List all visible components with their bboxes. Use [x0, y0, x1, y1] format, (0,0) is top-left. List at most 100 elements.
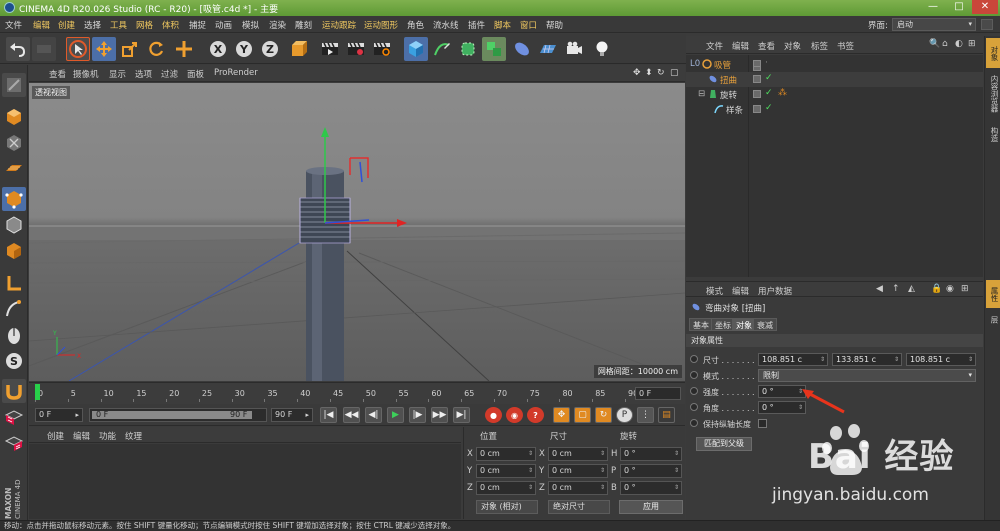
menu-file[interactable]: 文件	[5, 19, 22, 31]
object-menu-file[interactable]: 文件	[706, 40, 723, 52]
history-icon[interactable]: ◭	[908, 284, 915, 294]
material-menu-texture[interactable]: 纹理	[125, 430, 142, 442]
object-row-twist[interactable]: 扭曲 ✓	[686, 72, 983, 87]
object-menu-objects[interactable]: 对象	[784, 40, 801, 52]
camera-icon[interactable]	[562, 37, 586, 61]
array-icon[interactable]	[482, 37, 506, 61]
attribute-menu-mode[interactable]: 模式	[706, 285, 723, 297]
expand-toggle-icon[interactable]: ⊟	[698, 89, 705, 99]
object-menu-tags[interactable]: 标签	[811, 40, 828, 52]
go-to-start-button[interactable]: |◀	[320, 407, 337, 423]
model-mode-icon[interactable]	[2, 73, 26, 97]
animate-radio[interactable]	[690, 371, 698, 379]
maximize-button[interactable]: □	[946, 0, 972, 14]
menu-pipeline[interactable]: 流水线	[433, 19, 459, 31]
viewport-menu-filter[interactable]: 过滤	[161, 68, 178, 80]
menu-mesh[interactable]: 网格	[136, 19, 153, 31]
record-icon[interactable]: ●	[485, 407, 502, 423]
rotation-h-field[interactable]: 0 ° ⇕	[620, 447, 682, 461]
menu-create[interactable]: 创建	[58, 19, 75, 31]
workplane-icon[interactable]	[2, 157, 26, 181]
animate-radio[interactable]	[690, 387, 698, 395]
timeline-playhead[interactable]	[35, 384, 40, 400]
pen-spline-icon[interactable]	[430, 37, 454, 61]
render-picture-queue-icon[interactable]	[344, 37, 368, 61]
key-parameter-icon[interactable]: P	[616, 407, 633, 423]
menu-help[interactable]: 帮助	[546, 19, 563, 31]
size-y-field[interactable]: 133.851 c ⇕	[832, 353, 902, 366]
menu-snap[interactable]: 捕捉	[189, 19, 206, 31]
filter-icon[interactable]: ◐	[955, 39, 963, 49]
apply-button[interactable]: 应用	[619, 500, 683, 514]
material-manager[interactable]	[29, 444, 461, 519]
coordinate-mode-select[interactable]: 对象 (相对)	[476, 500, 538, 514]
viewport-maximize-icon[interactable]: ▢	[670, 68, 679, 78]
viewport-menu-prorender[interactable]: ProRender	[214, 68, 258, 78]
move-icon[interactable]	[92, 37, 116, 61]
up-arrow-icon[interactable]: ↑	[892, 284, 900, 294]
timeline-ruler[interactable]: 0 5 10 15 20 25 30 35 40 45 50 55 60 65 70 75 80 85 90 0 F	[29, 382, 685, 404]
rotate-icon[interactable]	[144, 37, 168, 61]
last-tool-icon[interactable]	[172, 37, 196, 61]
edges-mode-icon[interactable]	[2, 213, 26, 237]
animate-radio[interactable]	[690, 419, 698, 427]
size-z-field[interactable]: 0 cm ⇕	[548, 481, 608, 495]
object-name[interactable]: 样条	[726, 104, 743, 116]
viewport-menu-panel[interactable]: 面板	[187, 68, 204, 80]
size-mode-select[interactable]: 绝对尺寸	[548, 500, 610, 514]
preview-range-fill[interactable]	[92, 411, 252, 419]
keyframe-selection-icon[interactable]: ?	[527, 407, 544, 423]
menu-script[interactable]: 脚本	[494, 19, 511, 31]
viewport-menu-view[interactable]: 查看	[49, 68, 66, 80]
material-menu-edit[interactable]: 编辑	[73, 430, 90, 442]
autokey-icon[interactable]: ◉	[506, 407, 523, 423]
back-arrow-icon[interactable]: ◀	[876, 284, 883, 294]
current-frame-field[interactable]: 0 F	[635, 387, 681, 400]
previous-frame-button[interactable]: ◀|	[365, 407, 382, 423]
viewport-rotate-icon[interactable]: ↻	[657, 68, 665, 78]
live-select-icon[interactable]	[66, 37, 90, 61]
viewport-zoom-icon[interactable]: ⬍	[645, 68, 653, 78]
points-mode-icon[interactable]	[2, 187, 26, 211]
position-z-field[interactable]: 0 cm ⇕	[476, 481, 536, 495]
tab-structure[interactable]: 构造	[986, 120, 1000, 148]
axis-mode-icon[interactable]	[2, 271, 26, 295]
undo-icon[interactable]	[6, 37, 30, 61]
polygons-mode-icon[interactable]	[2, 239, 26, 263]
enable-checkmark-icon[interactable]: ·	[765, 58, 768, 68]
object-menu-edit[interactable]: 编辑	[732, 40, 749, 52]
rotation-b-field[interactable]: 0 ° ⇕	[620, 481, 682, 495]
search-icon[interactable]: 🔍	[929, 39, 940, 49]
tab-objects[interactable]: 对象	[986, 38, 1000, 68]
key-scale-icon[interactable]: ▢	[574, 407, 591, 423]
coordinate-system-icon[interactable]	[286, 37, 310, 61]
tab-attributes[interactable]: 属性	[986, 280, 1000, 308]
lock-icon[interactable]: 🔒	[931, 284, 942, 294]
menu-simulate[interactable]: 模拟	[242, 19, 259, 31]
menu-motion-tracking[interactable]: 运动跟踪	[322, 19, 356, 31]
deformer-icon[interactable]	[510, 37, 534, 61]
scale-icon[interactable]	[118, 37, 142, 61]
object-row-spline[interactable]: 样条 ✓	[686, 102, 983, 117]
strength-field[interactable]: 0 ° ⇕	[758, 385, 806, 398]
viewport-menu-display[interactable]: 显示	[109, 68, 126, 80]
menu-tools[interactable]: 工具	[110, 19, 127, 31]
next-frame-button[interactable]: |▶	[409, 407, 426, 423]
object-row-straw[interactable]: L0 吸管 ·	[686, 57, 983, 72]
tab-content-browser[interactable]: 内容浏览器	[986, 70, 1000, 118]
menu-animate[interactable]: 动画	[215, 19, 232, 31]
size-y-field[interactable]: 0 cm ⇕	[548, 464, 608, 478]
floor-icon[interactable]	[536, 37, 560, 61]
menu-render[interactable]: 渲染	[269, 19, 286, 31]
mesh-checker-icon[interactable]	[2, 105, 26, 129]
snap-icon[interactable]: S	[2, 349, 26, 373]
subdivision-icon[interactable]	[456, 37, 480, 61]
enable-checkmark-icon[interactable]: ✓	[765, 73, 773, 83]
fit-to-parent-button[interactable]: 匹配到父级	[696, 437, 752, 451]
mode-select[interactable]: 限制 ▾	[758, 369, 976, 382]
angle-field[interactable]: 0 ° ⇕	[758, 401, 806, 414]
previous-key-button[interactable]: ◀◀	[343, 407, 360, 423]
tab-layers[interactable]: 层	[986, 310, 1000, 330]
size-x-field[interactable]: 108.851 c ⇕	[758, 353, 828, 366]
light-icon[interactable]	[590, 37, 614, 61]
